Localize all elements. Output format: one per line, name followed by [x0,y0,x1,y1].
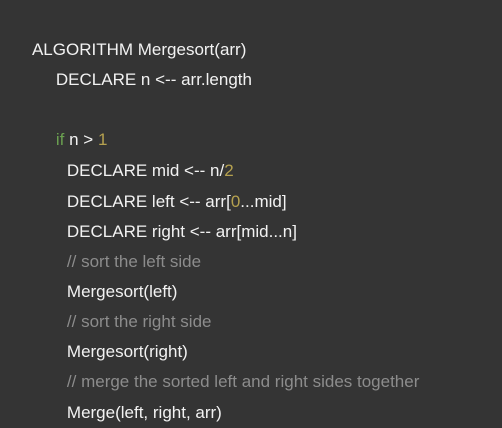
merge-call: Merge(left, right, arr) [66,403,222,422]
code-line-algorithm-header: ALGORITHM Mergesort(arr) [0,14,246,59]
declare-n-statement: DECLARE n <-- arr.length [55,70,252,89]
code-line-mergesort-right: Mergesort(right) [0,316,188,361]
code-line-merge-call: Merge(left, right, arr) [0,377,222,422]
code-line-comment-sort-left: // sort the left side [0,226,201,271]
code-line-declare-left: DECLARE left <-- arr[0...mid] [0,166,287,211]
code-line-if: if n > 1 [0,104,108,149]
code-block: ALGORITHM Mergesort(arr) DECLARE n <-- a… [0,0,502,428]
code-line-comment-merge: // merge the sorted left and right sides… [0,346,419,391]
code-line-declare-right: DECLARE right <-- arr[mid...n] [0,196,297,241]
code-line-comment-sort-right: // sort the right side [0,286,212,331]
code-line-declare-mid: DECLARE mid <-- n/2 [0,135,234,180]
code-line-mergesort-left: Mergesort(left) [0,256,178,301]
code-line-declare-n: DECLARE n <-- arr.length [0,44,252,89]
